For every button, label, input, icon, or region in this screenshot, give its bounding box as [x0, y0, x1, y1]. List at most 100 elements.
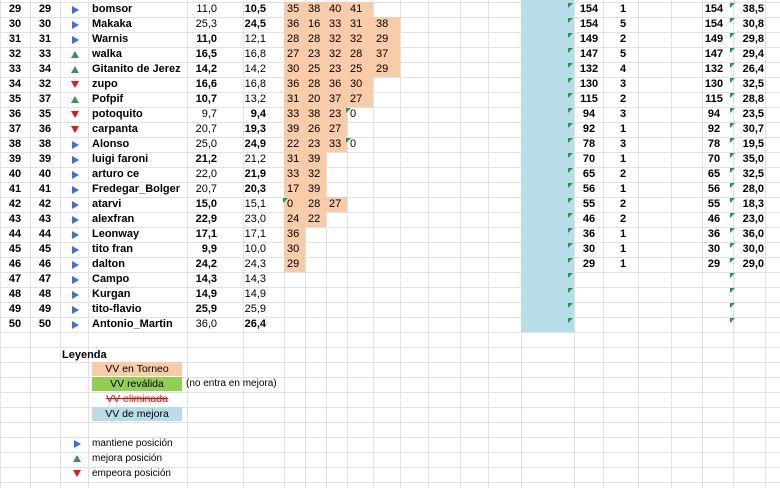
rank-previous[interactable]: 42 [32, 197, 58, 212]
total-points[interactable]: 154 [574, 17, 604, 32]
torneo-score[interactable]: 39 [308, 182, 329, 197]
rank-previous[interactable]: 41 [32, 182, 58, 197]
torneo-score[interactable]: 38 [308, 107, 329, 122]
vv-value-2[interactable]: 10,5 [233, 2, 266, 17]
torneo-score[interactable]: 33 [329, 17, 350, 32]
tournaments-played[interactable]: 4 [603, 62, 643, 77]
tournaments-played[interactable]: 5 [603, 47, 643, 62]
vv-value-2[interactable]: 14,3 [233, 272, 266, 287]
torneo-score[interactable]: 40 [329, 2, 350, 17]
vv-value-1[interactable]: 21,2 [187, 152, 217, 167]
vv-value-1[interactable]: 11,0 [187, 32, 217, 47]
vv-value-1[interactable]: 36,0 [187, 317, 217, 332]
rank-previous[interactable]: 30 [32, 17, 58, 32]
rank-previous[interactable]: 35 [32, 107, 58, 122]
torneo-score[interactable]: 23 [308, 47, 329, 62]
player-name[interactable]: Campo [92, 272, 187, 287]
torneo-score[interactable]: 29 [287, 257, 308, 272]
points-sum[interactable]: 55 [702, 197, 726, 212]
rank-previous[interactable]: 36 [32, 122, 58, 137]
player-name[interactable]: arturo ce [92, 167, 187, 182]
torneo-score[interactable]: 36 [287, 17, 308, 32]
torneo-score[interactable]: 36 [287, 77, 308, 92]
torneo-score[interactable]: 0 [350, 107, 376, 122]
rank-current[interactable]: 41 [4, 182, 26, 197]
player-name[interactable]: tito fran [92, 242, 187, 257]
rank-previous[interactable]: 43 [32, 212, 58, 227]
rank-current[interactable]: 40 [4, 167, 26, 182]
player-name[interactable]: atarvi [92, 197, 187, 212]
total-points[interactable]: 115 [574, 92, 604, 107]
torneo-score[interactable]: 41 [350, 2, 376, 17]
vv-value-2[interactable]: 15,1 [233, 197, 266, 212]
torneo-score[interactable]: 0 [350, 137, 376, 152]
torneo-score[interactable]: 17 [287, 182, 308, 197]
rank-current[interactable]: 30 [4, 17, 26, 32]
vv-value-2[interactable]: 16,8 [233, 47, 266, 62]
rank-current[interactable]: 47 [4, 272, 26, 287]
torneo-score[interactable]: 33 [287, 167, 308, 182]
tournaments-played[interactable]: 1 [603, 242, 643, 257]
player-name[interactable]: Gitanito de Jerez [92, 62, 187, 77]
rank-previous[interactable]: 38 [32, 137, 58, 152]
rank-previous[interactable]: 40 [32, 167, 58, 182]
tournaments-played[interactable]: 1 [603, 257, 643, 272]
vv-value-2[interactable]: 17,1 [233, 227, 266, 242]
torneo-score[interactable]: 20 [308, 92, 329, 107]
rank-previous[interactable]: 49 [32, 302, 58, 317]
vv-value-2[interactable]: 25,9 [233, 302, 266, 317]
total-points[interactable]: 94 [574, 107, 604, 122]
rank-previous[interactable]: 33 [32, 47, 58, 62]
torneo-score[interactable]: 32 [350, 32, 376, 47]
tournaments-played[interactable]: 3 [603, 77, 643, 92]
vv-value-2[interactable]: 14,9 [233, 287, 266, 302]
vv-value-1[interactable]: 16,6 [187, 77, 217, 92]
total-points[interactable]: 36 [574, 227, 604, 242]
tournaments-played[interactable]: 1 [603, 152, 643, 167]
torneo-score[interactable]: 31 [287, 152, 308, 167]
rank-current[interactable]: 33 [4, 62, 26, 77]
torneo-score[interactable]: 32 [329, 47, 350, 62]
vv-value-1[interactable]: 14,3 [187, 272, 217, 287]
rank-previous[interactable]: 32 [32, 77, 58, 92]
player-name[interactable]: dalton [92, 257, 187, 272]
vv-value-2[interactable]: 26,4 [233, 317, 266, 332]
points-sum[interactable]: 130 [702, 77, 726, 92]
points-sum[interactable]: 65 [702, 167, 726, 182]
vv-value-1[interactable]: 25,9 [187, 302, 217, 317]
torneo-score[interactable]: 28 [308, 197, 329, 212]
vv-value-1[interactable]: 10,7 [187, 92, 217, 107]
rank-previous[interactable]: 46 [32, 257, 58, 272]
torneo-score[interactable]: 23 [308, 137, 329, 152]
vv-value-1[interactable]: 9,9 [187, 242, 217, 257]
torneo-score[interactable]: 28 [350, 47, 376, 62]
vv-value-1[interactable]: 11,0 [187, 2, 217, 17]
rank-current[interactable]: 48 [4, 287, 26, 302]
points-sum[interactable]: 56 [702, 182, 726, 197]
torneo-score[interactable]: 30 [287, 242, 308, 257]
points-sum[interactable]: 46 [702, 212, 726, 227]
points-sum[interactable]: 147 [702, 47, 726, 62]
tournaments-played[interactable]: 3 [603, 137, 643, 152]
vv-value-1[interactable]: 22,9 [187, 212, 217, 227]
total-points[interactable]: 55 [574, 197, 604, 212]
torneo-score[interactable]: 37 [376, 47, 403, 62]
torneo-score[interactable]: 27 [287, 47, 308, 62]
torneo-score[interactable]: 29 [376, 32, 403, 47]
vv-value-1[interactable]: 24,2 [187, 257, 217, 272]
legend-revalida[interactable]: VV reválida [92, 377, 182, 391]
points-sum[interactable]: 94 [702, 107, 726, 122]
torneo-score[interactable]: 28 [308, 32, 329, 47]
points-sum[interactable]: 70 [702, 152, 726, 167]
tournaments-played[interactable]: 2 [603, 197, 643, 212]
total-points[interactable]: 78 [574, 137, 604, 152]
vv-value-1[interactable]: 15,0 [187, 197, 217, 212]
vv-value-2[interactable]: 16,8 [233, 77, 266, 92]
rank-current[interactable]: 46 [4, 257, 26, 272]
vv-value-2[interactable]: 24,3 [233, 257, 266, 272]
vv-value-2[interactable]: 13,2 [233, 92, 266, 107]
total-points[interactable]: 56 [574, 182, 604, 197]
rank-current[interactable]: 42 [4, 197, 26, 212]
tournaments-played[interactable]: 1 [603, 227, 643, 242]
torneo-score[interactable]: 24 [287, 212, 308, 227]
